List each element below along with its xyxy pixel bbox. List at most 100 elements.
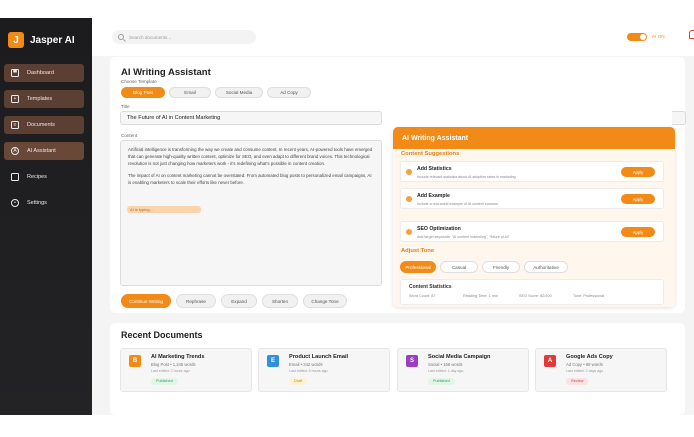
- sidebar: J Jasper AI ▀ Dashboard + Templates ≡ Do…: [0, 18, 92, 415]
- lightbulb-icon: [406, 196, 412, 202]
- suggestion-card: Add Statistics Include relevant statisti…: [400, 161, 664, 182]
- sidebar-item-recipes[interactable]: Recipes: [4, 168, 84, 186]
- doc-title: Google Ads Copy: [566, 354, 613, 360]
- lightbulb-icon: [406, 229, 412, 235]
- template-tabs: Blog Post Email Social Media Ad Copy: [121, 87, 311, 98]
- sidebar-item-label: Settings: [27, 200, 47, 206]
- suggestion-description: Include a real-world example of AI conte…: [417, 202, 498, 206]
- stat-tone: Tone: Professional: [573, 294, 605, 298]
- sidebar-nav: ▀ Dashboard + Templates ≡ Documents A AI…: [4, 64, 84, 220]
- top-bar: Search documents... AI ON: [92, 18, 694, 56]
- search-placeholder: Search documents...: [129, 34, 172, 40]
- blog-doc-icon: B: [129, 355, 141, 367]
- dashboard-icon: ▀: [11, 69, 19, 77]
- page-title: AI Writing Assistant: [121, 67, 211, 78]
- document-card[interactable]: S Social Media Campaign Social • 156 wor…: [397, 348, 529, 392]
- doc-edited: Last edited: 1 day ago: [428, 369, 464, 373]
- expand-button[interactable]: Expand: [221, 294, 257, 308]
- apply-button[interactable]: Apply: [621, 167, 655, 177]
- stat-seo-score: SEO Score: 82/100: [519, 294, 552, 298]
- lightbulb-icon: [406, 169, 412, 175]
- action-buttons: Continue Writing Rephrase Expand Shorten…: [121, 294, 347, 308]
- content-statistics: Content Statistics Word Count: 87 Readin…: [400, 279, 664, 305]
- ad-doc-icon: A: [544, 355, 556, 367]
- doc-edited: Last edited: 5 hours ago: [289, 369, 328, 373]
- stat-word-count: Word Count: 87: [409, 294, 436, 298]
- doc-edited: Last edited: 2 days ago: [566, 369, 604, 373]
- rephrase-button[interactable]: Rephrase: [176, 294, 216, 308]
- ai-icon: A: [11, 147, 19, 155]
- document-card[interactable]: A Google Ads Copy Ad Copy • 89 words Las…: [535, 348, 667, 392]
- template-blog-post[interactable]: Blog Post: [121, 87, 165, 98]
- template-social-media[interactable]: Social Media: [215, 87, 263, 98]
- content-editor[interactable]: Artificial intelligence is transforming …: [120, 140, 382, 286]
- suggestion-description: Include relevant statistics about AI ado…: [417, 175, 516, 179]
- document-card[interactable]: B AI Marketing Trends Blog Post • 1,245 …: [120, 348, 252, 392]
- continue-writing-button[interactable]: Continue Writing: [121, 294, 171, 308]
- suggestion-title: Add Example: [417, 193, 450, 199]
- status-badge: Published: [151, 378, 178, 385]
- title-label: Title: [121, 104, 130, 109]
- social-doc-icon: S: [406, 355, 418, 367]
- search-icon: [118, 34, 124, 40]
- recent-documents-title: Recent Documents: [121, 330, 203, 340]
- shorten-button[interactable]: Shorten: [262, 294, 298, 308]
- change-tone-button[interactable]: Change Tone: [303, 294, 347, 308]
- ai-assistant-panel: AI Writing Assistant Content Suggestions…: [393, 127, 675, 307]
- document-icon: ≡: [11, 121, 19, 129]
- sidebar-item-label: AI Assistant: [27, 148, 56, 154]
- sidebar-item-ai-assistant[interactable]: A AI Assistant: [4, 142, 84, 160]
- content-paragraph-1: Artificial intelligence is transforming …: [128, 147, 373, 166]
- suggestion-card: SEO Optimization Add target keywords: "A…: [400, 221, 664, 242]
- choose-template-label: Choose Template: [121, 79, 157, 84]
- sidebar-item-templates[interactable]: + Templates: [4, 90, 84, 108]
- title-field[interactable]: The Future of AI in Content Marketing: [120, 111, 382, 125]
- brand: J Jasper AI: [8, 32, 75, 48]
- ai-toggle-switch[interactable]: [627, 33, 647, 41]
- tone-options: Professional Casual Friendly Authoritati…: [400, 261, 568, 273]
- tone-professional[interactable]: Professional: [400, 261, 436, 273]
- tone-authoritative[interactable]: Authoritative: [524, 261, 568, 273]
- adjust-tone-heading: Adjust Tone: [401, 248, 435, 254]
- sidebar-item-settings[interactable]: • Settings: [4, 194, 84, 212]
- plus-square-icon: +: [11, 95, 19, 103]
- app-window: J Jasper AI ▀ Dashboard + Templates ≡ Do…: [0, 18, 694, 415]
- doc-edited: Last edited: 2 hours ago: [151, 369, 190, 373]
- sidebar-item-label: Templates: [27, 96, 53, 102]
- status-badge: Published: [428, 378, 455, 385]
- brand-name: Jasper AI: [30, 34, 75, 46]
- doc-title: Product Launch Email: [289, 354, 349, 360]
- sidebar-item-dashboard[interactable]: ▀ Dashboard: [4, 64, 84, 82]
- template-ad-copy[interactable]: Ad Copy: [267, 87, 311, 98]
- stats-title: Content Statistics: [409, 284, 452, 290]
- search-input[interactable]: Search documents...: [112, 30, 256, 44]
- recipe-icon: [11, 173, 19, 181]
- apply-button[interactable]: Apply: [621, 194, 655, 204]
- sidebar-item-label: Recipes: [27, 174, 47, 180]
- gear-icon: •: [11, 199, 19, 207]
- doc-title: Social Media Campaign: [428, 354, 491, 360]
- title-field-edge: [672, 111, 686, 125]
- template-email[interactable]: Email: [169, 87, 211, 98]
- sidebar-item-documents[interactable]: ≡ Documents: [4, 116, 84, 134]
- email-doc-icon: E: [267, 355, 279, 367]
- brand-logo: J: [8, 32, 24, 48]
- suggestion-card: Add Example Include a real-world example…: [400, 188, 664, 209]
- ai-toggle-label: AI ON: [652, 34, 665, 39]
- tone-friendly[interactable]: Friendly: [482, 261, 520, 273]
- suggestion-title: SEO Optimization: [417, 226, 461, 232]
- doc-meta: Ad Copy • 89 words: [566, 362, 603, 367]
- notification-icon[interactable]: [689, 30, 694, 39]
- typing-indicator: AI is typing...: [127, 206, 201, 213]
- document-card[interactable]: E Product Launch Email Email • 342 words…: [258, 348, 390, 392]
- apply-button[interactable]: Apply: [621, 227, 655, 237]
- doc-meta: Email • 342 words: [289, 362, 323, 367]
- status-badge: Review: [566, 378, 589, 385]
- doc-title: AI Marketing Trends: [151, 354, 205, 360]
- sidebar-item-label: Documents: [27, 122, 55, 128]
- doc-meta: Blog Post • 1,245 words: [151, 362, 196, 367]
- doc-meta: Social • 156 words: [428, 362, 463, 367]
- suggestion-description: Add target keywords: "AI content marketi…: [417, 235, 510, 239]
- tone-casual[interactable]: Casual: [440, 261, 478, 273]
- suggestion-title: Add Statistics: [417, 166, 452, 172]
